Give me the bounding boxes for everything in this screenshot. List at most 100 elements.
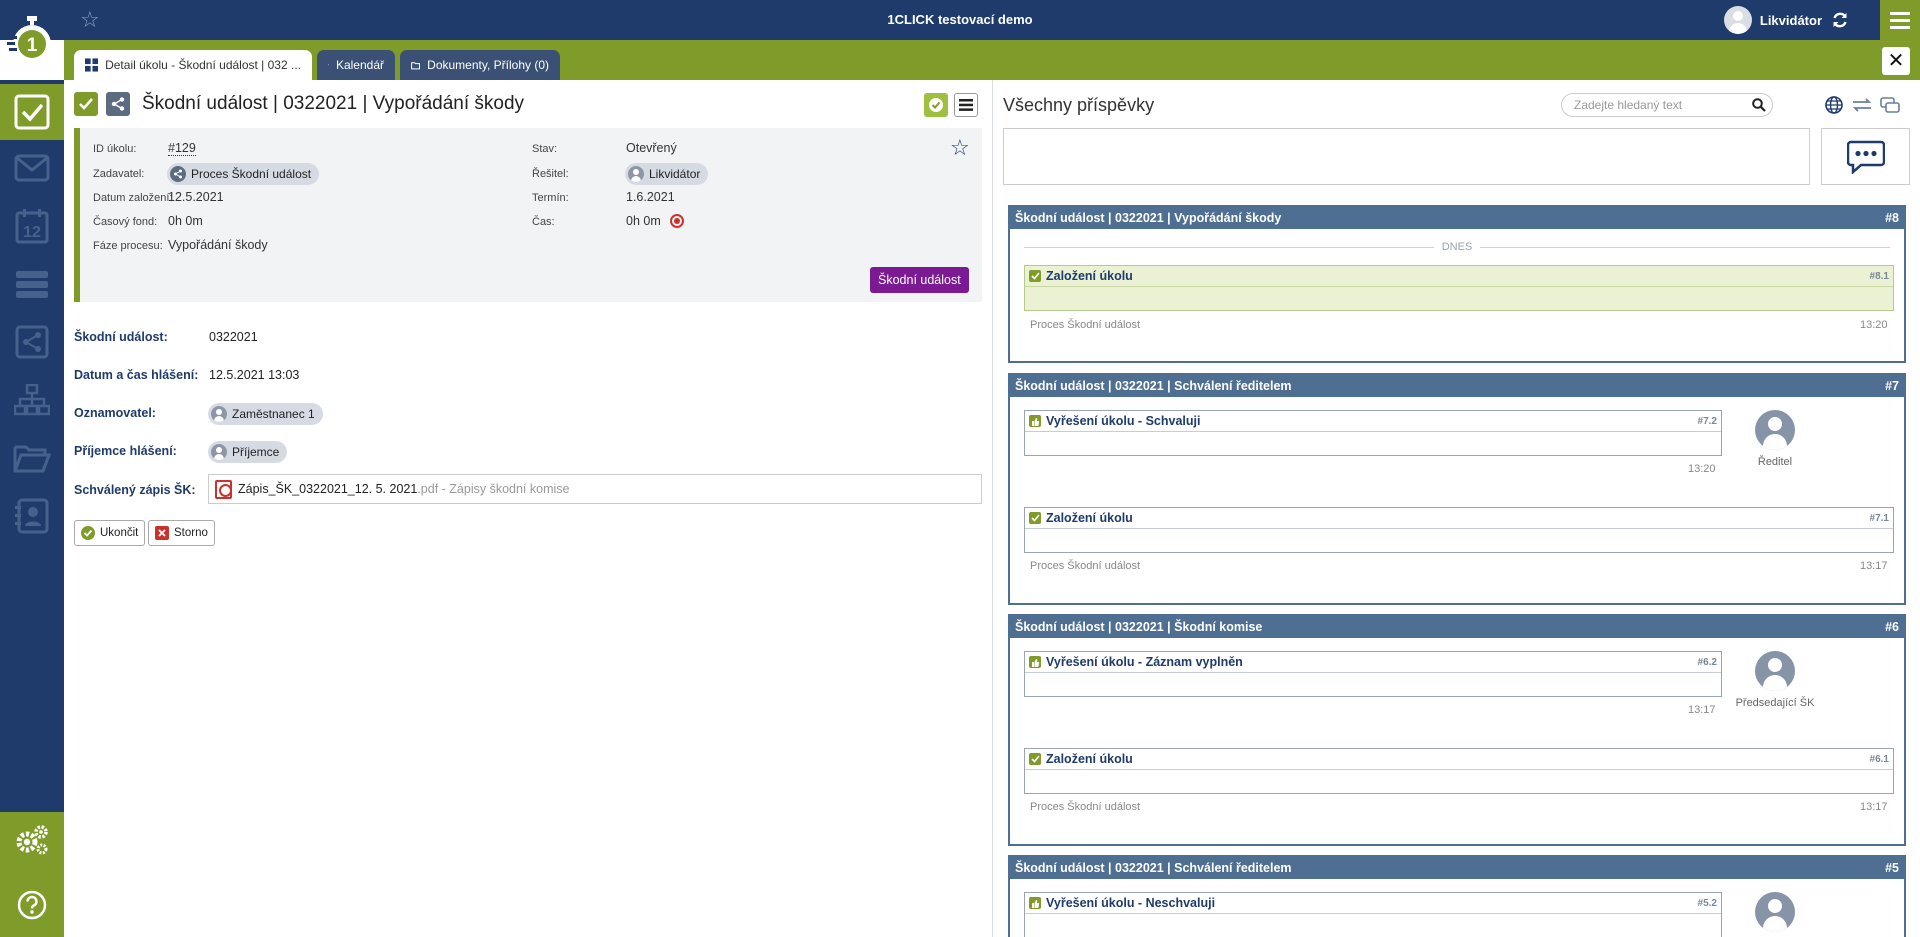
thread-title: Škodní událost | 0322021 | Vypořádání šk… [1015, 211, 1282, 225]
swap-arrows-icon[interactable] [1851, 94, 1873, 116]
thread: Škodní událost | 0322021 | Schválení řed… [1008, 373, 1906, 605]
thread-header[interactable]: Škodní událost | 0322021 | Schválení řed… [1010, 375, 1904, 397]
thread-title: Škodní událost | 0322021 | Škodní komise [1015, 620, 1263, 634]
field-label: Časový fond: [93, 216, 158, 228]
sidebar: 12 [0, 80, 64, 937]
prijemce-chip[interactable]: Příjemce [208, 441, 288, 463]
app-title: 1CLICK testovací demo [887, 12, 1033, 27]
send-post-button[interactable] [1821, 128, 1910, 185]
post[interactable]: Vyřešení úkolu - Záznam vyplněn #6.2 [1024, 651, 1722, 697]
search-icon[interactable] [1752, 98, 1766, 112]
sidebar-item-tasks[interactable] [0, 84, 64, 140]
post-number: #7.1 [1869, 512, 1889, 524]
windows-icon[interactable] [1879, 94, 1901, 116]
post-time: 13:17 [1860, 801, 1888, 813]
user-menu[interactable]: Likvidátor [1723, 6, 1850, 34]
sidebar-item-documents[interactable] [0, 430, 64, 486]
avatar [628, 166, 644, 182]
tab-label: Detail úkolu - Škodní událost | 032 ... [105, 58, 301, 72]
tab-task-detail[interactable]: Detail úkolu - Škodní událost | 032 ... [74, 50, 312, 80]
field-value: 0h 0m [168, 214, 203, 228]
button-label: Ukončit [100, 527, 139, 539]
new-post-textarea[interactable] [1003, 128, 1810, 185]
post-time: 13:17 [1688, 704, 1716, 716]
settings-gears-icon[interactable] [14, 824, 50, 859]
avatar [1755, 651, 1795, 691]
calendar-icon: 12 [15, 209, 49, 244]
sidebar-item-list[interactable] [0, 256, 64, 312]
thread-header[interactable]: Škodní událost | 0322021 | Schválení řed… [1010, 857, 1904, 879]
tab-documents[interactable]: Dokumenty, Přílohy (0) [400, 50, 560, 80]
task-done-checkbox-icon[interactable] [74, 92, 98, 116]
zadavatel-chip[interactable]: Proces Škodní událost [167, 163, 320, 185]
thread-header[interactable]: Škodní událost | 0322021 | Škodní komise… [1010, 616, 1904, 638]
process-share-icon[interactable] [106, 92, 130, 116]
post-title: Založení úkolu [1046, 511, 1133, 525]
sidebar-item-processes[interactable] [0, 314, 64, 370]
finish-button[interactable]: Ukončit [74, 520, 146, 546]
sidebar-item-contacts[interactable] [0, 488, 64, 544]
star-outline-icon[interactable]: ☆ [950, 136, 970, 160]
post[interactable]: Vyřešení úkolu - Schvaluji #7.2 [1024, 410, 1722, 456]
task-header-actions [924, 93, 978, 117]
refresh-icon[interactable] [1830, 10, 1850, 30]
post-title: Založení úkolu [1046, 752, 1133, 766]
post-author: Proces Škodní událost [1030, 801, 1141, 813]
post[interactable]: Vyřešení úkolu - Neschvaluji #5.2 [1024, 892, 1722, 937]
record-timer-icon[interactable] [670, 214, 684, 228]
post-number: #6.1 [1869, 753, 1889, 765]
post-title: Vyřešení úkolu - Schvaluji [1046, 414, 1201, 428]
check-circle-icon [81, 526, 95, 540]
post-number: #8.1 [1869, 270, 1889, 282]
field-label: Termín: [532, 192, 569, 204]
field-label: Řešitel: [532, 168, 569, 180]
calendar-icon [328, 64, 329, 66]
post[interactable]: Založení úkolu #7.1 [1024, 507, 1894, 553]
sidebar-item-calendar[interactable]: 12 [0, 198, 64, 254]
approve-check-icon[interactable] [924, 93, 948, 117]
thread-header[interactable]: Škodní událost | 0322021 | Vypořádání šk… [1010, 207, 1904, 229]
task-id-link[interactable]: #129 [168, 141, 196, 156]
form-label: Datum a čas hlášení: [74, 368, 199, 382]
list-icon [16, 271, 48, 298]
process-share-icon [15, 325, 49, 359]
app-logo[interactable]: 1 [0, 0, 64, 80]
menu-hamburger-icon[interactable] [1880, 0, 1920, 40]
form-value: 0322021 [209, 330, 258, 344]
field-value: 0h 0m [626, 214, 661, 228]
thumbs-up-icon [1029, 415, 1041, 427]
sidebar-item-org-chart[interactable] [0, 372, 64, 428]
menu-list-icon[interactable] [954, 93, 978, 117]
tab-calendar[interactable]: Kalendář [317, 50, 395, 80]
sidebar-item-messages[interactable] [0, 140, 64, 196]
post-time: 13:20 [1860, 319, 1888, 331]
post-number: #5.2 [1697, 897, 1717, 909]
globe-icon[interactable] [1823, 94, 1845, 116]
oznamovatel-chip[interactable]: Zaměstnanec 1 [208, 403, 323, 425]
field-label: Zadavatel: [93, 168, 145, 180]
search-input[interactable]: Zadejte hledaný text [1561, 93, 1773, 117]
thread-number: #8 [1885, 211, 1899, 225]
avatar [211, 406, 227, 422]
form-label: Schválený zápis ŠK: [74, 483, 196, 497]
close-box-icon [155, 526, 169, 540]
post-author: Proces Škodní událost [1030, 560, 1141, 572]
close-panel-icon[interactable]: ✕ [1882, 47, 1910, 75]
tab-label: Dokumenty, Přílohy (0) [427, 58, 549, 72]
thumbs-up-icon [1029, 656, 1041, 668]
post[interactable]: Založení úkolu #8.1 [1024, 265, 1894, 311]
dashboard-icon [85, 58, 99, 72]
process-button[interactable]: Škodní událost [870, 267, 969, 293]
post[interactable]: Založení úkolu #6.1 [1024, 748, 1894, 794]
post-number: #6.2 [1697, 656, 1717, 668]
help-icon[interactable] [17, 890, 47, 923]
attached-file[interactable]: Zápis_ŠK_0322021_12. 5. 2021 .pdf - Zápis… [208, 474, 982, 504]
cancel-button[interactable]: Storno [148, 520, 215, 546]
avatar-name: Předsedající ŠK [1735, 697, 1815, 709]
file-name-link[interactable]: Zápis_ŠK_0322021_12. 5. 2021 [238, 482, 417, 496]
resitel-chip[interactable]: Likvidátor [625, 163, 709, 185]
checkbox-icon [1029, 270, 1041, 282]
today-separator: DNES [1024, 240, 1890, 254]
avatar [1755, 410, 1795, 450]
post-title: Založení úkolu [1046, 269, 1133, 283]
